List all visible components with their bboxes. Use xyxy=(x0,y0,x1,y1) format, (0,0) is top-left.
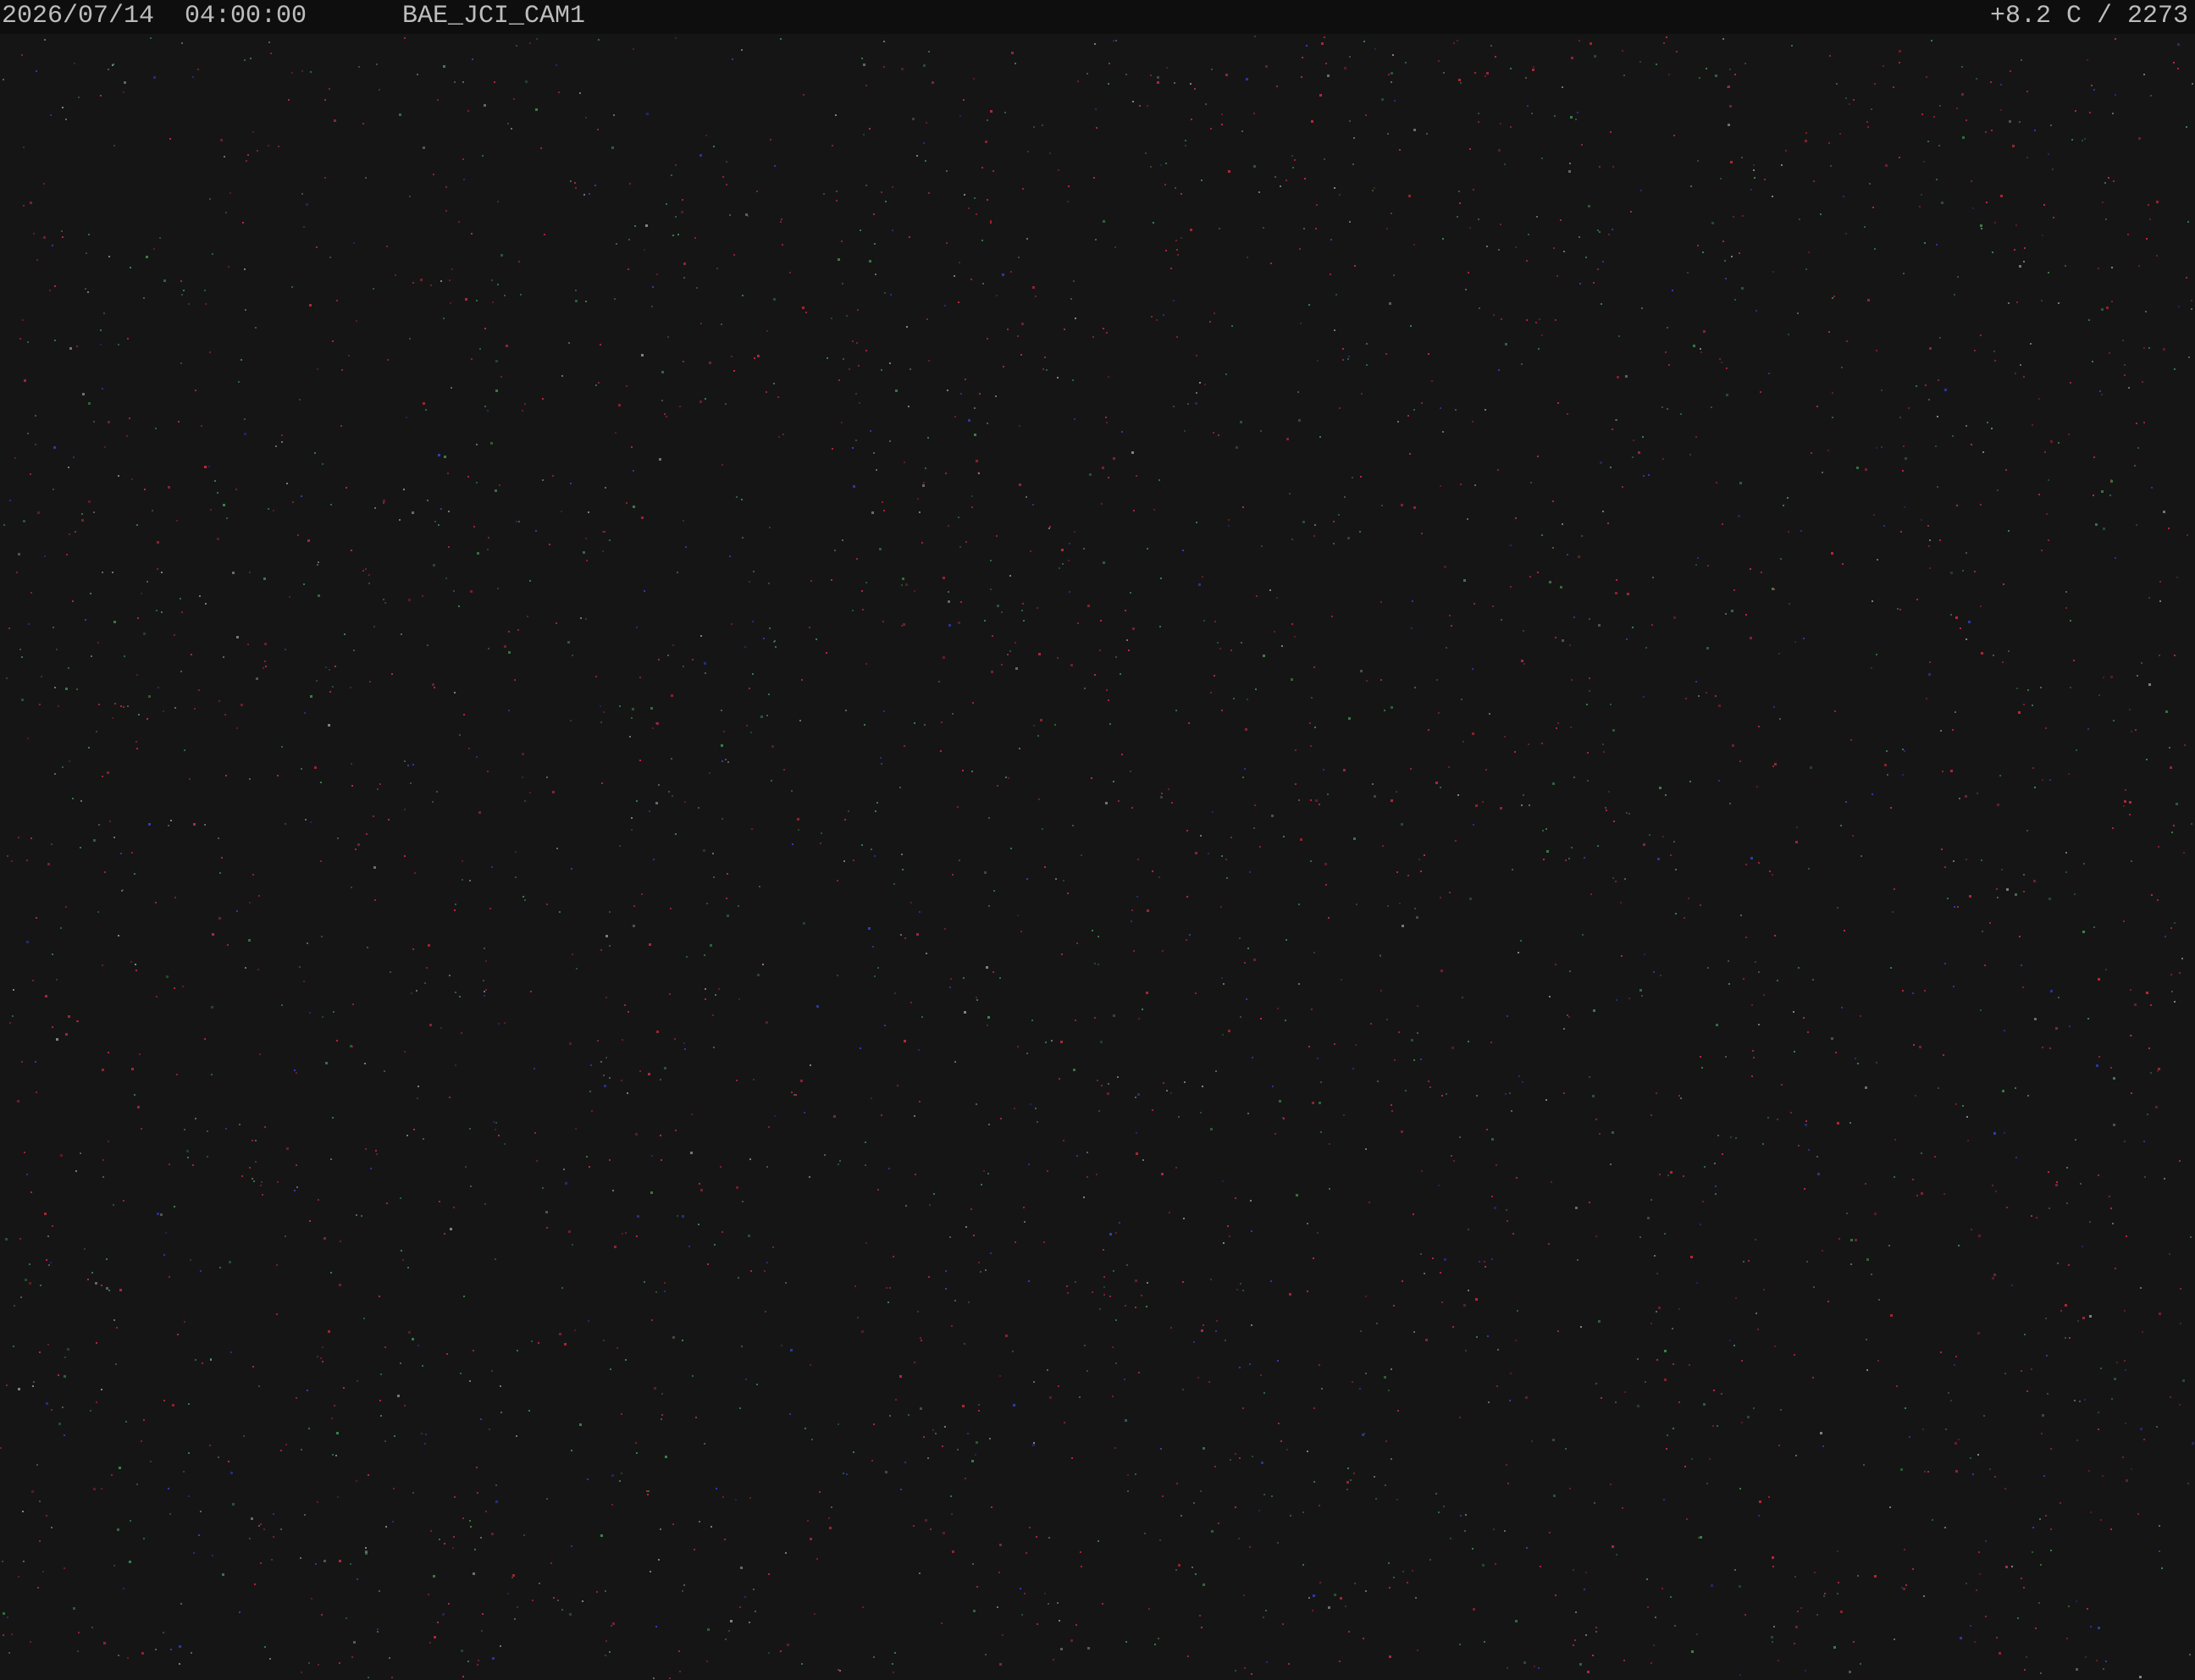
sensor-noise-image xyxy=(0,36,2194,1679)
osd-camera-id: BAE_JCI_CAM1 xyxy=(402,2,586,30)
osd-timestamp: 2026/07/14 04:00:00 xyxy=(2,2,307,30)
camera-frame: 2026/07/14 04:00:00 BAE_JCI_CAM1 +8.2 C … xyxy=(0,0,2195,1680)
osd-bar: 2026/07/14 04:00:00 BAE_JCI_CAM1 +8.2 C … xyxy=(0,0,2195,34)
osd-sensor-readout: +8.2 C / 2273 xyxy=(1989,2,2188,30)
